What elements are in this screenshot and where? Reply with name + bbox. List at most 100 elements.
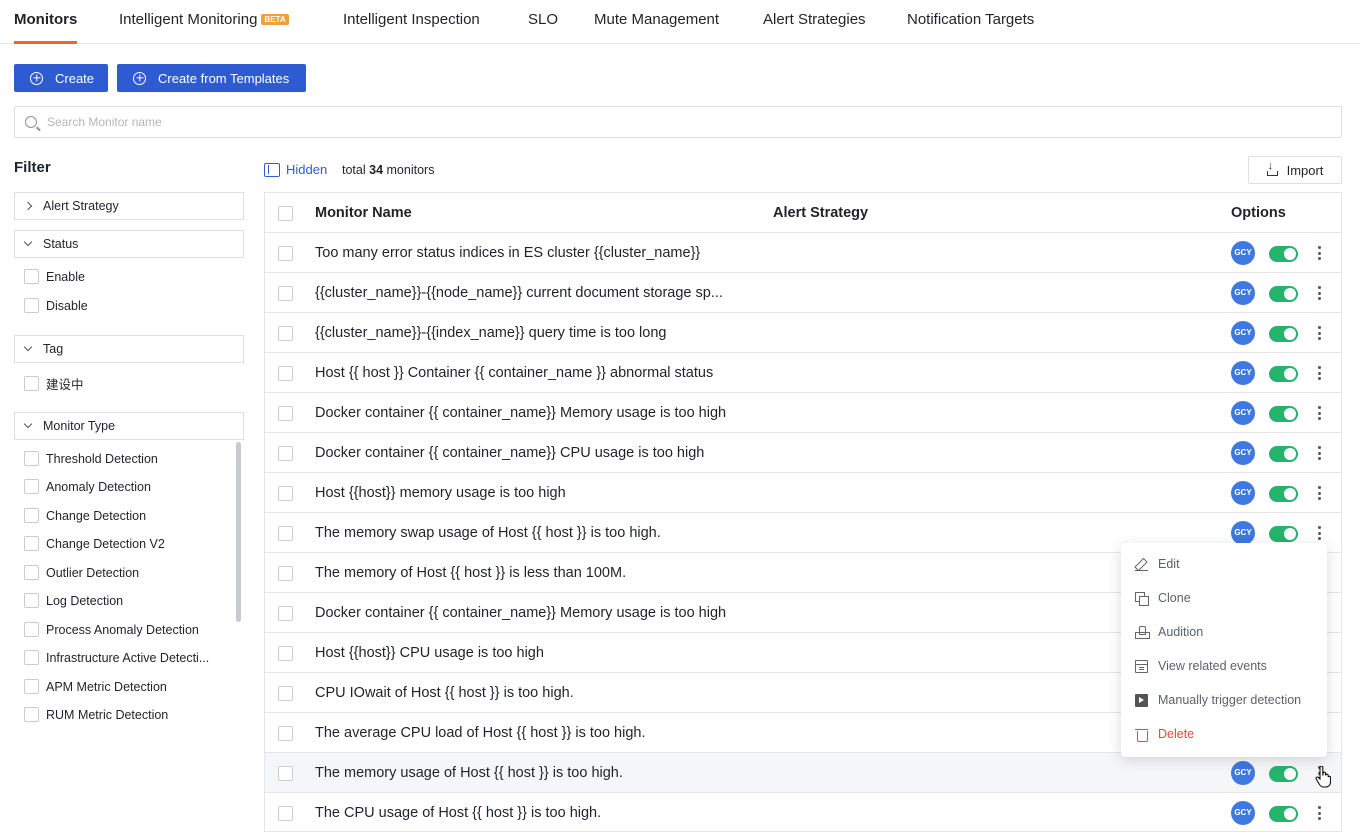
monitor-name[interactable]: The CPU usage of Host {{ host }} is too …	[315, 805, 601, 821]
enable-toggle[interactable]	[1269, 486, 1298, 502]
filter-option-type[interactable]: Process Anomaly Detection	[24, 622, 199, 637]
monitor-name[interactable]: The average CPU load of Host {{ host }} …	[315, 725, 645, 741]
more-options-icon[interactable]	[1311, 483, 1327, 503]
monitor-name[interactable]: Too many error status indices in ES clus…	[315, 245, 700, 261]
row-checkbox[interactable]	[278, 526, 293, 541]
filter-option-enable[interactable]: Enable	[24, 269, 85, 284]
create-button[interactable]: Create	[14, 64, 108, 92]
enable-toggle[interactable]	[1269, 246, 1298, 262]
monitor-name[interactable]: Host {{host}} memory usage is too high	[315, 485, 566, 501]
filter-group-status[interactable]: Status	[14, 230, 244, 258]
enable-toggle[interactable]	[1269, 366, 1298, 382]
checkbox[interactable]	[24, 679, 39, 694]
monitor-name[interactable]: Host {{host}} CPU usage is too high	[315, 645, 544, 661]
tab-mute-management[interactable]: Mute Management	[594, 0, 719, 44]
checkbox[interactable]	[24, 376, 39, 391]
menu-item-edit[interactable]: Edit	[1135, 557, 1180, 571]
filter-option-type[interactable]: Threshold Detection	[24, 451, 158, 466]
tab-slo[interactable]: SLO	[528, 0, 558, 44]
table-row[interactable]: {{cluster_name}}-{{node_name}} current d…	[265, 273, 1341, 313]
filter-option-disable[interactable]: Disable	[24, 298, 88, 313]
enable-toggle[interactable]	[1269, 446, 1298, 462]
row-checkbox[interactable]	[278, 326, 293, 341]
enable-toggle[interactable]	[1269, 806, 1298, 822]
tab-intelligent-monitoring[interactable]: Intelligent Monitoring BETA	[119, 0, 289, 44]
row-checkbox[interactable]	[278, 366, 293, 381]
enable-toggle[interactable]	[1269, 526, 1298, 542]
enable-toggle[interactable]	[1269, 286, 1298, 302]
row-checkbox[interactable]	[278, 486, 293, 501]
table-row[interactable]: Docker container {{ container_name}} Mem…	[265, 393, 1341, 433]
checkbox[interactable]	[24, 593, 39, 608]
column-header-name[interactable]: Monitor Name	[315, 205, 412, 221]
enable-toggle[interactable]	[1269, 766, 1298, 782]
row-checkbox[interactable]	[278, 566, 293, 581]
row-checkbox[interactable]	[278, 246, 293, 261]
table-row[interactable]: {{cluster_name}}-{{index_name}} query ti…	[265, 313, 1341, 353]
tab-notification-targets[interactable]: Notification Targets	[907, 0, 1034, 44]
monitor-name[interactable]: CPU IOwait of Host {{ host }} is too hig…	[315, 685, 574, 701]
table-row[interactable]: The CPU usage of Host {{ host }} is too …	[265, 793, 1341, 831]
monitor-name[interactable]: Host {{ host }} Container {{ container_n…	[315, 365, 713, 381]
tab-intelligent-inspection[interactable]: Intelligent Inspection	[343, 0, 480, 44]
checkbox[interactable]	[24, 298, 39, 313]
row-checkbox[interactable]	[278, 646, 293, 661]
filter-option-type[interactable]: RUM Metric Detection	[24, 707, 168, 722]
checkbox[interactable]	[24, 451, 39, 466]
checkbox[interactable]	[24, 536, 39, 551]
row-checkbox[interactable]	[278, 606, 293, 621]
select-all-checkbox[interactable]	[278, 206, 293, 221]
filter-group-monitor-type[interactable]: Monitor Type	[14, 412, 244, 440]
menu-item-clone[interactable]: Clone	[1135, 591, 1191, 606]
monitor-name[interactable]: Docker container {{ container_name}} Mem…	[315, 405, 726, 421]
table-row[interactable]: Host {{ host }} Container {{ container_n…	[265, 353, 1341, 393]
checkbox[interactable]	[24, 622, 39, 637]
filter-option-type[interactable]: APM Metric Detection	[24, 679, 167, 694]
menu-item-view-events[interactable]: View related events	[1135, 659, 1267, 673]
monitor-name[interactable]: {{cluster_name}}-{{node_name}} current d…	[315, 285, 723, 301]
row-checkbox[interactable]	[278, 446, 293, 461]
filter-option-type[interactable]: Change Detection	[24, 508, 146, 523]
monitor-name[interactable]: The memory swap usage of Host {{ host }}…	[315, 525, 661, 541]
filter-option-type[interactable]: Anomaly Detection	[24, 479, 151, 494]
checkbox[interactable]	[24, 269, 39, 284]
monitor-name[interactable]: Docker container {{ container_name}} CPU…	[315, 445, 704, 461]
filter-group-tag[interactable]: Tag	[14, 335, 244, 363]
enable-toggle[interactable]	[1269, 326, 1298, 342]
more-options-icon[interactable]	[1311, 803, 1327, 823]
monitor-name[interactable]: {{cluster_name}}-{{index_name}} query ti…	[315, 325, 666, 341]
checkbox[interactable]	[24, 508, 39, 523]
menu-item-trigger-detection[interactable]: Manually trigger detection	[1135, 693, 1301, 707]
more-options-icon[interactable]	[1311, 243, 1327, 263]
more-options-icon[interactable]	[1311, 363, 1327, 383]
checkbox[interactable]	[24, 479, 39, 494]
more-options-icon[interactable]	[1311, 443, 1327, 463]
filter-option-type[interactable]: Log Detection	[24, 593, 123, 608]
import-button[interactable]: Import	[1248, 156, 1342, 184]
filter-group-alert-strategy[interactable]: Alert Strategy	[14, 192, 244, 220]
row-checkbox[interactable]	[278, 686, 293, 701]
checkbox[interactable]	[24, 650, 39, 665]
filter-scrollbar[interactable]	[236, 442, 241, 622]
tab-monitors[interactable]: Monitors	[14, 0, 78, 44]
checkbox[interactable]	[24, 707, 39, 722]
filter-option-tag[interactable]: 建设中	[24, 374, 84, 393]
enable-toggle[interactable]	[1269, 406, 1298, 422]
more-options-icon[interactable]	[1311, 283, 1327, 303]
filter-option-type[interactable]: Outlier Detection	[24, 565, 139, 580]
row-checkbox[interactable]	[278, 286, 293, 301]
menu-item-delete[interactable]: Delete	[1135, 727, 1194, 742]
more-options-icon[interactable]	[1311, 323, 1327, 343]
hidden-toggle-button[interactable]: Hidden	[264, 162, 327, 177]
row-checkbox[interactable]	[278, 806, 293, 821]
row-checkbox[interactable]	[278, 726, 293, 741]
table-row[interactable]: Docker container {{ container_name}} CPU…	[265, 433, 1341, 473]
tab-alert-strategies[interactable]: Alert Strategies	[763, 0, 866, 44]
table-row[interactable]: Host {{host}} memory usage is too high GC…	[265, 473, 1341, 513]
monitor-name[interactable]: The memory usage of Host {{ host }} is t…	[315, 765, 623, 781]
checkbox[interactable]	[24, 565, 39, 580]
row-checkbox[interactable]	[278, 406, 293, 421]
table-row[interactable]: The memory usage of Host {{ host }} is t…	[265, 753, 1341, 793]
table-row[interactable]: Too many error status indices in ES clus…	[265, 233, 1341, 273]
menu-item-audition[interactable]: Audition	[1135, 625, 1203, 639]
